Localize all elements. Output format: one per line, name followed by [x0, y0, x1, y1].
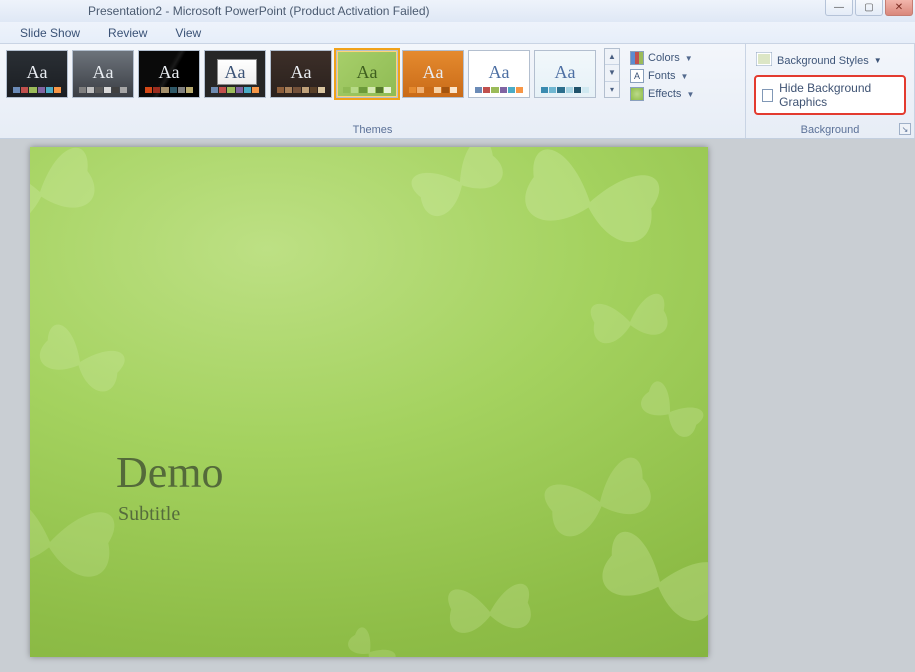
chevron-down-icon: ▼ [685, 54, 693, 63]
theme-options: Colors ▼ A Fonts ▼ Effects ▼ [626, 48, 698, 102]
close-button[interactable]: ✕ [885, 0, 913, 16]
tab-slide-show[interactable]: Slide Show [6, 23, 94, 43]
chevron-down-icon: ▼ [681, 72, 689, 81]
colors-label: Colors [648, 52, 680, 64]
effects-label: Effects [648, 88, 681, 100]
tab-review[interactable]: Review [94, 23, 161, 43]
theme-aa: Aa [489, 63, 510, 81]
background-styles-button[interactable]: Background Styles ▼ [754, 50, 906, 71]
theme-thumb-9[interactable]: Aa [534, 50, 596, 98]
theme-aa: Aa [93, 63, 114, 81]
theme-gallery-scroll: ▲ ▼ ▾ [604, 48, 620, 98]
slide-subtitle[interactable]: Subtitle [118, 503, 180, 526]
title-bar: Presentation2 - Microsoft PowerPoint (Pr… [0, 0, 915, 22]
theme-thumb-2[interactable]: Aa [72, 50, 134, 98]
group-label-background: Background [750, 123, 910, 138]
theme-effects-button[interactable]: Effects ▼ [626, 86, 698, 102]
minimize-button[interactable]: — [825, 0, 853, 16]
slide-workspace: Demo Subtitle [0, 139, 915, 672]
theme-aa: Aa [27, 63, 48, 81]
ribbon: Aa Aa Aa Aa Aa [0, 44, 915, 139]
window-controls: — ▢ ✕ [825, 0, 913, 16]
gallery-down-button[interactable]: ▼ [605, 65, 619, 81]
checkbox-icon [762, 89, 773, 102]
hide-background-graphics-checkbox[interactable]: Hide Background Graphics [754, 75, 906, 115]
group-label-themes: Themes [4, 123, 741, 138]
colors-icon [630, 51, 644, 65]
window-title: Presentation2 - Microsoft PowerPoint (Pr… [4, 4, 429, 18]
theme-gallery: Aa Aa Aa Aa Aa [4, 48, 598, 100]
theme-thumb-6-selected[interactable]: Aa [336, 50, 398, 98]
chevron-down-icon: ▼ [874, 56, 882, 65]
chevron-down-icon: ▼ [686, 90, 694, 99]
theme-aa: Aa [225, 63, 246, 81]
theme-thumb-7[interactable]: Aa [402, 50, 464, 98]
slide-canvas[interactable]: Demo Subtitle [30, 147, 708, 657]
maximize-button[interactable]: ▢ [855, 0, 883, 16]
group-background: Background Styles ▼ Hide Background Grap… [746, 44, 915, 138]
gallery-more-button[interactable]: ▾ [605, 82, 619, 97]
theme-colors-button[interactable]: Colors ▼ [626, 50, 698, 66]
theme-thumb-4[interactable]: Aa [204, 50, 266, 98]
theme-aa: Aa [291, 63, 312, 81]
tab-view[interactable]: View [161, 23, 215, 43]
background-styles-label: Background Styles [777, 55, 869, 67]
background-dialog-launcher[interactable]: ↘ [899, 123, 911, 135]
group-themes: Aa Aa Aa Aa Aa [0, 44, 746, 138]
fonts-label: Fonts [648, 70, 676, 82]
ribbon-tabs: Slide Show Review View [0, 22, 915, 44]
effects-icon [630, 87, 644, 101]
theme-aa: Aa [555, 63, 576, 81]
theme-fonts-button[interactable]: A Fonts ▼ [626, 68, 698, 84]
hide-background-label: Hide Background Graphics [779, 81, 898, 109]
slide-title[interactable]: Demo [116, 447, 224, 498]
theme-aa: Aa [357, 63, 378, 81]
theme-aa: Aa [423, 63, 444, 81]
theme-thumb-8[interactable]: Aa [468, 50, 530, 98]
theme-thumb-5[interactable]: Aa [270, 50, 332, 98]
theme-thumb-1[interactable]: Aa [6, 50, 68, 98]
theme-aa: Aa [159, 63, 180, 81]
fonts-icon: A [630, 69, 644, 83]
background-styles-icon [756, 52, 772, 69]
theme-thumb-3[interactable]: Aa [138, 50, 200, 98]
gallery-up-button[interactable]: ▲ [605, 49, 619, 65]
